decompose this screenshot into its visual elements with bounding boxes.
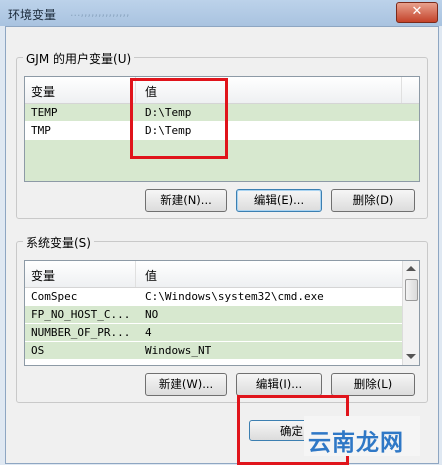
watermark-logo: 云南龙网	[308, 430, 404, 456]
highlight-box	[130, 78, 228, 159]
close-button[interactable]: ✕	[396, 2, 438, 23]
window-title: 环境变量	[8, 8, 57, 22]
user-delete-button[interactable]: 删除(D)	[331, 189, 415, 212]
list-item[interactable]: FP_NO_HOST_C... NO	[25, 306, 403, 323]
scroll-down-icon[interactable]	[406, 354, 416, 359]
scroll-up-icon[interactable]	[406, 266, 416, 271]
variable-name: TEMP	[31, 106, 58, 119]
variable-name: OS	[31, 344, 45, 357]
system-variables-label: 系统变量(S)	[23, 234, 94, 251]
variable-name: TMP	[31, 124, 51, 137]
list-header: 变量 值	[25, 261, 403, 288]
title-ghost-text: ...,,,,,,,,,,,,,,	[70, 6, 130, 19]
column-name-header[interactable]: 变量	[31, 83, 55, 100]
list-item[interactable]: ComSpec C:\Windows\system32\cmd.exe	[25, 288, 403, 305]
variable-value: C:\Windows\system32\cmd.exe	[145, 290, 324, 303]
system-delete-button[interactable]: 删除(L)	[331, 373, 415, 396]
close-icon: ✕	[411, 4, 423, 19]
column-name-header[interactable]: 变量	[31, 267, 55, 284]
system-variables-list[interactable]: 变量 值 ComSpec C:\Windows\system32\cmd.exe…	[24, 260, 420, 366]
list-item[interactable]: NUMBER_OF_PR... 4	[25, 324, 403, 341]
variable-name: FP_NO_HOST_C...	[31, 308, 131, 321]
user-edit-button[interactable]: 编辑(E)...	[236, 189, 322, 212]
system-edit-button[interactable]: 编辑(I)...	[236, 373, 322, 396]
scroll-thumb[interactable]	[405, 279, 418, 301]
title-bar: 环境变量 ...,,,,,,,,,,,,,, ✕	[0, 0, 442, 26]
variable-value: 4	[145, 326, 152, 339]
system-variables-group: 系统变量(S) 变量 值 ComSpec C:\Windows\system32…	[16, 234, 428, 403]
variable-value: NO	[145, 308, 159, 321]
variable-value: Windows_NT	[145, 344, 212, 357]
variable-name: NUMBER_OF_PR...	[31, 326, 131, 339]
list-item[interactable]: OS Windows_NT	[25, 342, 403, 359]
system-new-button[interactable]: 新建(W)...	[145, 373, 227, 396]
variable-name: ComSpec	[31, 290, 78, 303]
vertical-scrollbar[interactable]	[402, 261, 419, 365]
user-variables-label: GJM 的用户变量(U)	[23, 50, 135, 67]
environment-variables-dialog: GJM 的用户变量(U) 变量 值 TEMP D:\Temp TMP D:\Te…	[5, 26, 439, 465]
column-value-header[interactable]: 值	[145, 267, 157, 284]
user-new-button[interactable]: 新建(N)...	[145, 189, 227, 212]
